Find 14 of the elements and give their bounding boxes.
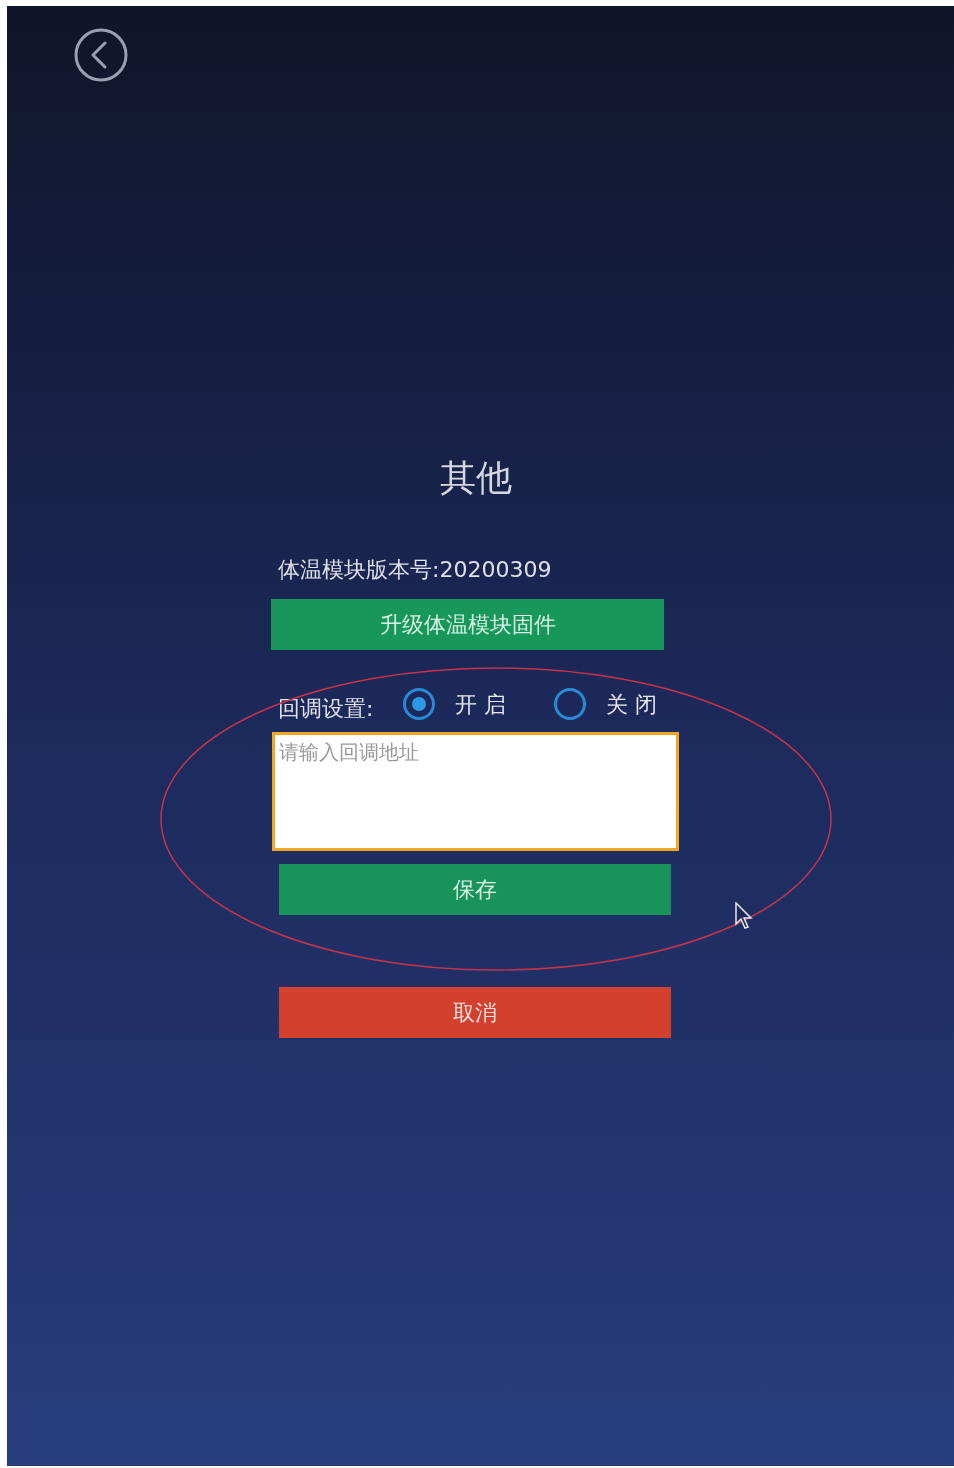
radio-button[interactable] bbox=[403, 688, 436, 720]
cancel-button[interactable]: 取消 bbox=[279, 987, 671, 1038]
back-icon bbox=[73, 27, 129, 83]
radio-button[interactable] bbox=[554, 688, 587, 720]
save-button[interactable]: 保存 bbox=[279, 864, 671, 915]
callback-label: 回调设置: bbox=[278, 694, 374, 723]
upgrade-button[interactable]: 升级体温模块固件 bbox=[271, 599, 664, 650]
url-field[interactable]: 请输入回调地址 bbox=[272, 732, 679, 851]
back-button[interactable] bbox=[73, 27, 129, 83]
page-title: 其他 bbox=[439, 456, 512, 500]
version-label: 体温模块版本号:20200309 bbox=[278, 556, 553, 584]
cursor-icon bbox=[735, 902, 753, 930]
radio-option[interactable]: 关 闭 bbox=[554, 687, 658, 721]
radio-option[interactable]: 开 启 bbox=[403, 687, 507, 721]
